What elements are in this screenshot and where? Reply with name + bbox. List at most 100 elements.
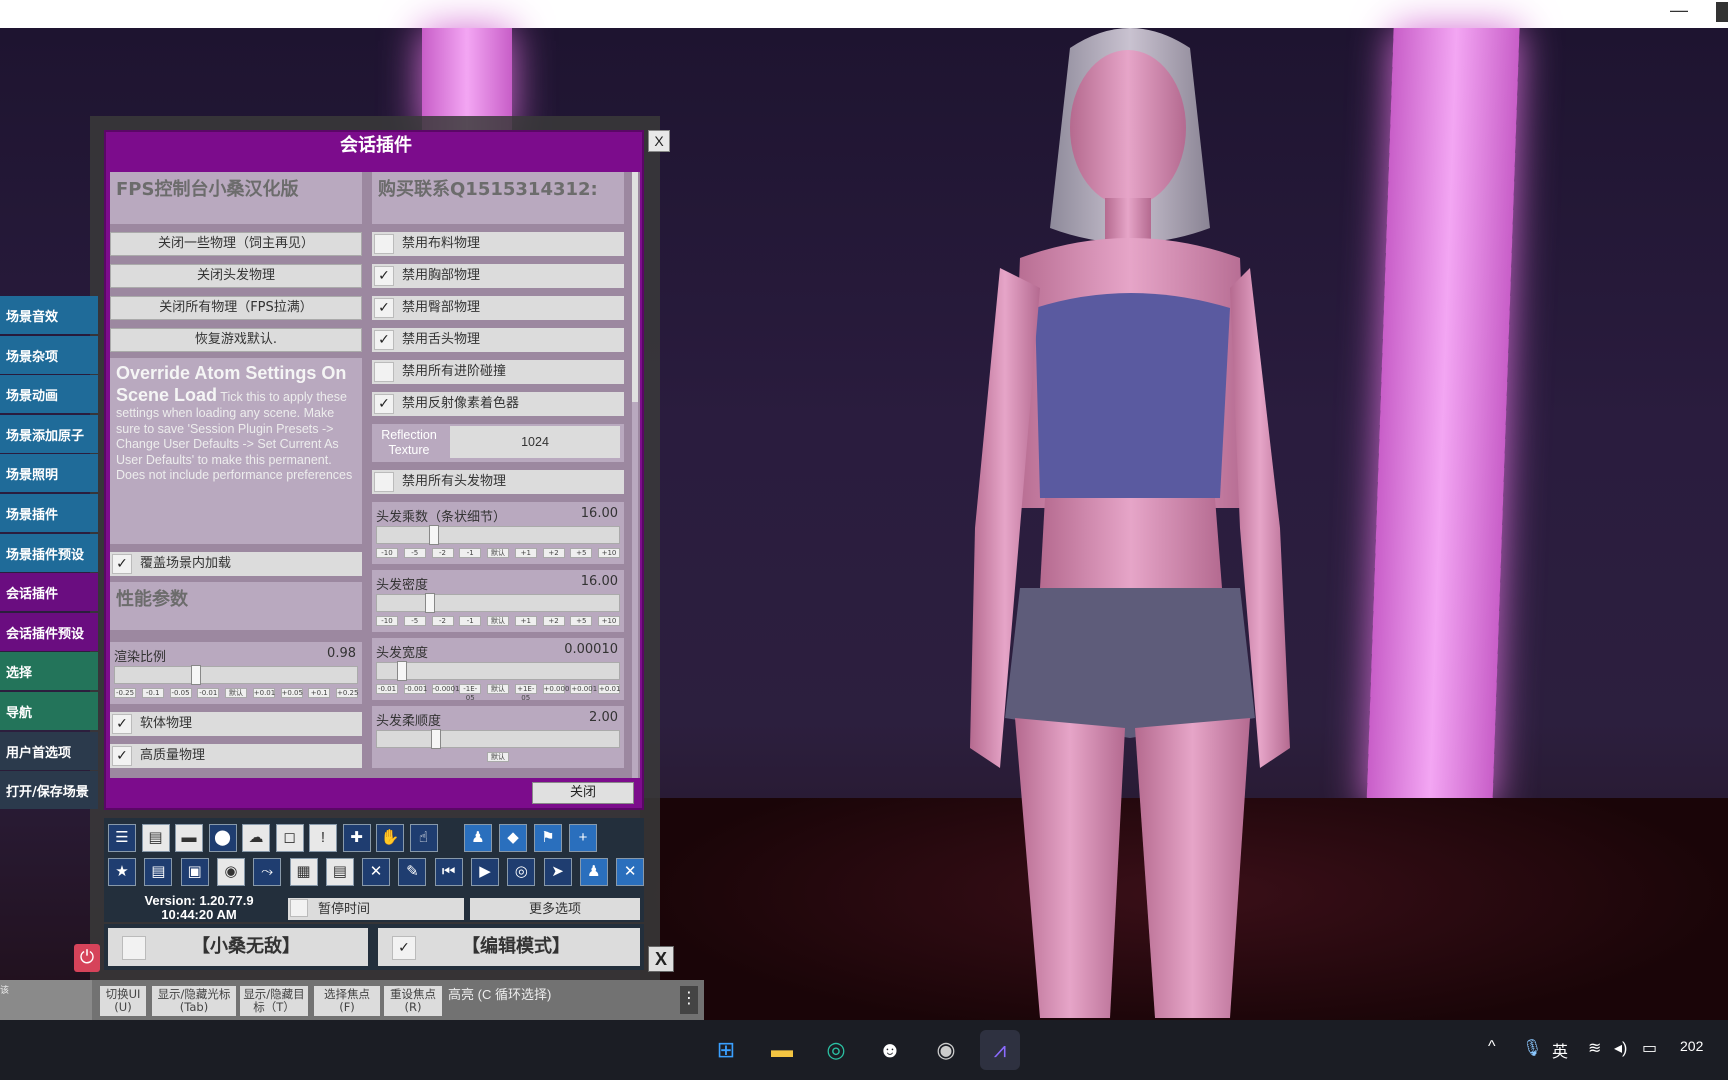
slider-step-button[interactable]: +0.01 [598,684,620,694]
physics-toggle-checkbox[interactable]: ✓ 禁用臀部物理 [372,296,624,320]
reflection-texture-field[interactable]: Reflection Texture 1024 [372,424,624,462]
skip-back-icon[interactable]: ⏮ [434,858,463,886]
slider-step-button[interactable]: 默认 [487,616,509,626]
sidebar-item[interactable]: 场景照明 [0,454,98,493]
hair-slider[interactable]: 头发乘数（条状细节） 16.00 -10 -5 -2 -1 默认 +1 +2 +5 +10 [372,502,624,564]
folder-cam-icon[interactable]: ▣ [180,858,209,886]
file-explorer-icon[interactable]: ▬ [762,1030,802,1070]
layers-icon[interactable]: ▦ [289,858,318,886]
slider-step-button[interactable]: +0.0001 [542,684,574,694]
save-red-icon[interactable]: ⬤ [208,824,237,852]
slider-step-button[interactable]: +0.25 [336,688,358,698]
tray-chevron-icon[interactable]: ^ [1488,1038,1496,1056]
override-scene-checkbox[interactable]: ✓ 覆盖场景内加载 [110,552,362,576]
dialog-scrollbar[interactable] [632,172,638,778]
physics-toggle-checkbox[interactable]: ✓ 禁用胸部物理 [372,264,624,288]
slider-step-button[interactable]: -2 [431,616,454,626]
kebab-menu-icon[interactable]: ⋮ [680,986,698,1014]
sidebar-item[interactable]: 用户首选项 [0,731,98,770]
hq-physics-checkbox[interactable]: ✓ 高质量物理 [110,744,362,768]
checkbox-icon[interactable]: ✓ [374,330,394,350]
unity-icon[interactable]: ◆ [499,824,527,852]
nodes-icon[interactable]: ⤳ [253,858,282,886]
disable-all-hair-checkbox[interactable]: 禁用所有头发物理 [372,470,624,494]
slider-step-button[interactable]: +0.1 [308,688,331,698]
god-mode-toggle[interactable]: 【小桑无敌】 [108,928,368,966]
sidebar-item[interactable]: 会话插件 [0,573,98,612]
slider-step-button[interactable]: -1E-05 [459,684,482,702]
clock-text[interactable]: 202 [1680,1038,1703,1054]
slider-step-button[interactable]: 默认 [487,684,509,694]
microphone-icon[interactable]: 🎙 [1522,1038,1542,1058]
slider-knob[interactable] [431,729,441,749]
cursor-icon[interactable]: ➤ [543,858,572,886]
render-scale-slider[interactable]: 渲染比例 0.98 -0.25 -0.1 -0.05 -0.01 默认 +0.01 +0.0… [110,642,362,704]
physics-toggle-checkbox[interactable]: 禁用所有进阶碰撞 [372,360,624,384]
minimize-button[interactable]: — [1670,0,1688,21]
vam-icon[interactable]: ⩘ [980,1030,1020,1070]
slider-step-button[interactable]: -0.001 [403,684,427,694]
slider-step-button[interactable]: -0.05 [169,688,192,698]
sidebar-item[interactable]: 场景插件 [0,493,98,532]
qq-icon[interactable]: ☻ [870,1030,910,1070]
more-options-button[interactable]: 更多选项 [470,898,640,920]
close-button[interactable]: 关闭 [532,782,634,804]
checkbox-icon[interactable]: ✓ [112,714,132,734]
slider-step-button[interactable]: -0.25 [114,688,136,698]
physics-toggle-checkbox[interactable]: 禁用布料物理 [372,232,624,256]
slider-step-button[interactable]: -5 [403,616,426,626]
slider-step-button[interactable]: +2 [542,548,565,558]
slider-step-button[interactable]: 默认 [487,548,509,558]
hint-key-button[interactable]: 重设焦点 (R) [384,986,442,1016]
slider-step-button[interactable]: +2 [542,616,565,626]
cube-icon[interactable]: ◻ [275,824,304,852]
sidebar-item[interactable]: 场景添加原子 [0,414,98,453]
ime-indicator[interactable]: 英 [1552,1038,1568,1062]
sidebar-item[interactable]: 选择 [0,652,98,691]
sidebar-item[interactable]: 导航 [0,691,98,730]
wrench-hand-icon[interactable]: ✎ [398,858,427,886]
checkbox-icon[interactable] [122,936,146,960]
slider-track[interactable] [376,729,620,749]
slider-step-button[interactable]: +0.05 [280,688,303,698]
slider-step-button[interactable]: -2 [431,548,454,558]
slider-track[interactable] [376,525,620,545]
pause-time-toggle[interactable]: 暂停时间 [288,898,464,920]
slider-step-button[interactable]: +10 [598,548,620,558]
slider-track[interactable] [376,661,620,681]
camera-icon[interactable]: ◉ [216,858,245,886]
menu-icon[interactable]: ☰ [108,824,136,852]
open-scene-icon[interactable]: ▤ [141,824,170,852]
sidebar-item[interactable]: 场景杂项 [0,335,98,374]
hair-slider[interactable]: 头发宽度 0.00010 -0.01 -0.001 -0.0001 -1E-05 默认 +1E… [372,638,624,702]
slider-step-button[interactable]: -10 [376,548,398,558]
slider-step-button[interactable]: -0.01 [376,684,398,694]
tools-icon[interactable]: ✕ [616,858,645,886]
hand-icon[interactable]: ✋ [376,824,404,852]
physics-toggle-checkbox[interactable]: ✓ 禁用舌头物理 [372,328,624,352]
checkbox-icon[interactable] [374,472,394,492]
sidebar-item[interactable]: 场景插件预设 [0,533,98,572]
battery-icon[interactable]: ▭ [1642,1038,1657,1058]
slider-step-button[interactable]: -0.01 [197,688,220,698]
slider-knob[interactable] [425,593,435,613]
hair-slider[interactable]: 头发柔顺度 2.00 默认 [372,706,624,768]
slider-knob[interactable] [397,661,407,681]
slider-step-button[interactable]: 默认 [225,688,247,698]
slider-step-button[interactable]: +1 [514,616,537,626]
windows-start-icon[interactable]: ⊞ [706,1030,746,1070]
slider-step-button[interactable]: -1 [459,548,482,558]
edge-icon[interactable]: ◎ [816,1030,856,1070]
volume-icon[interactable]: ◂) [1614,1038,1627,1058]
folder-icon[interactable]: ▬ [175,824,203,852]
slider-step-button[interactable]: +1E-05 [514,684,537,702]
slider-knob[interactable] [429,525,439,545]
hint-key-button[interactable]: 显示/隐藏光标 (Tab) [152,986,236,1016]
plus-icon[interactable]: + [569,824,597,852]
people-icon[interactable]: ♟ [579,858,608,886]
checkbox-icon[interactable] [374,234,394,254]
slider-step-button[interactable]: -1 [459,616,482,626]
alert-icon[interactable]: ! [309,824,337,852]
star-icon[interactable]: ★ [108,858,136,886]
mode-close-x[interactable]: X [648,946,674,972]
